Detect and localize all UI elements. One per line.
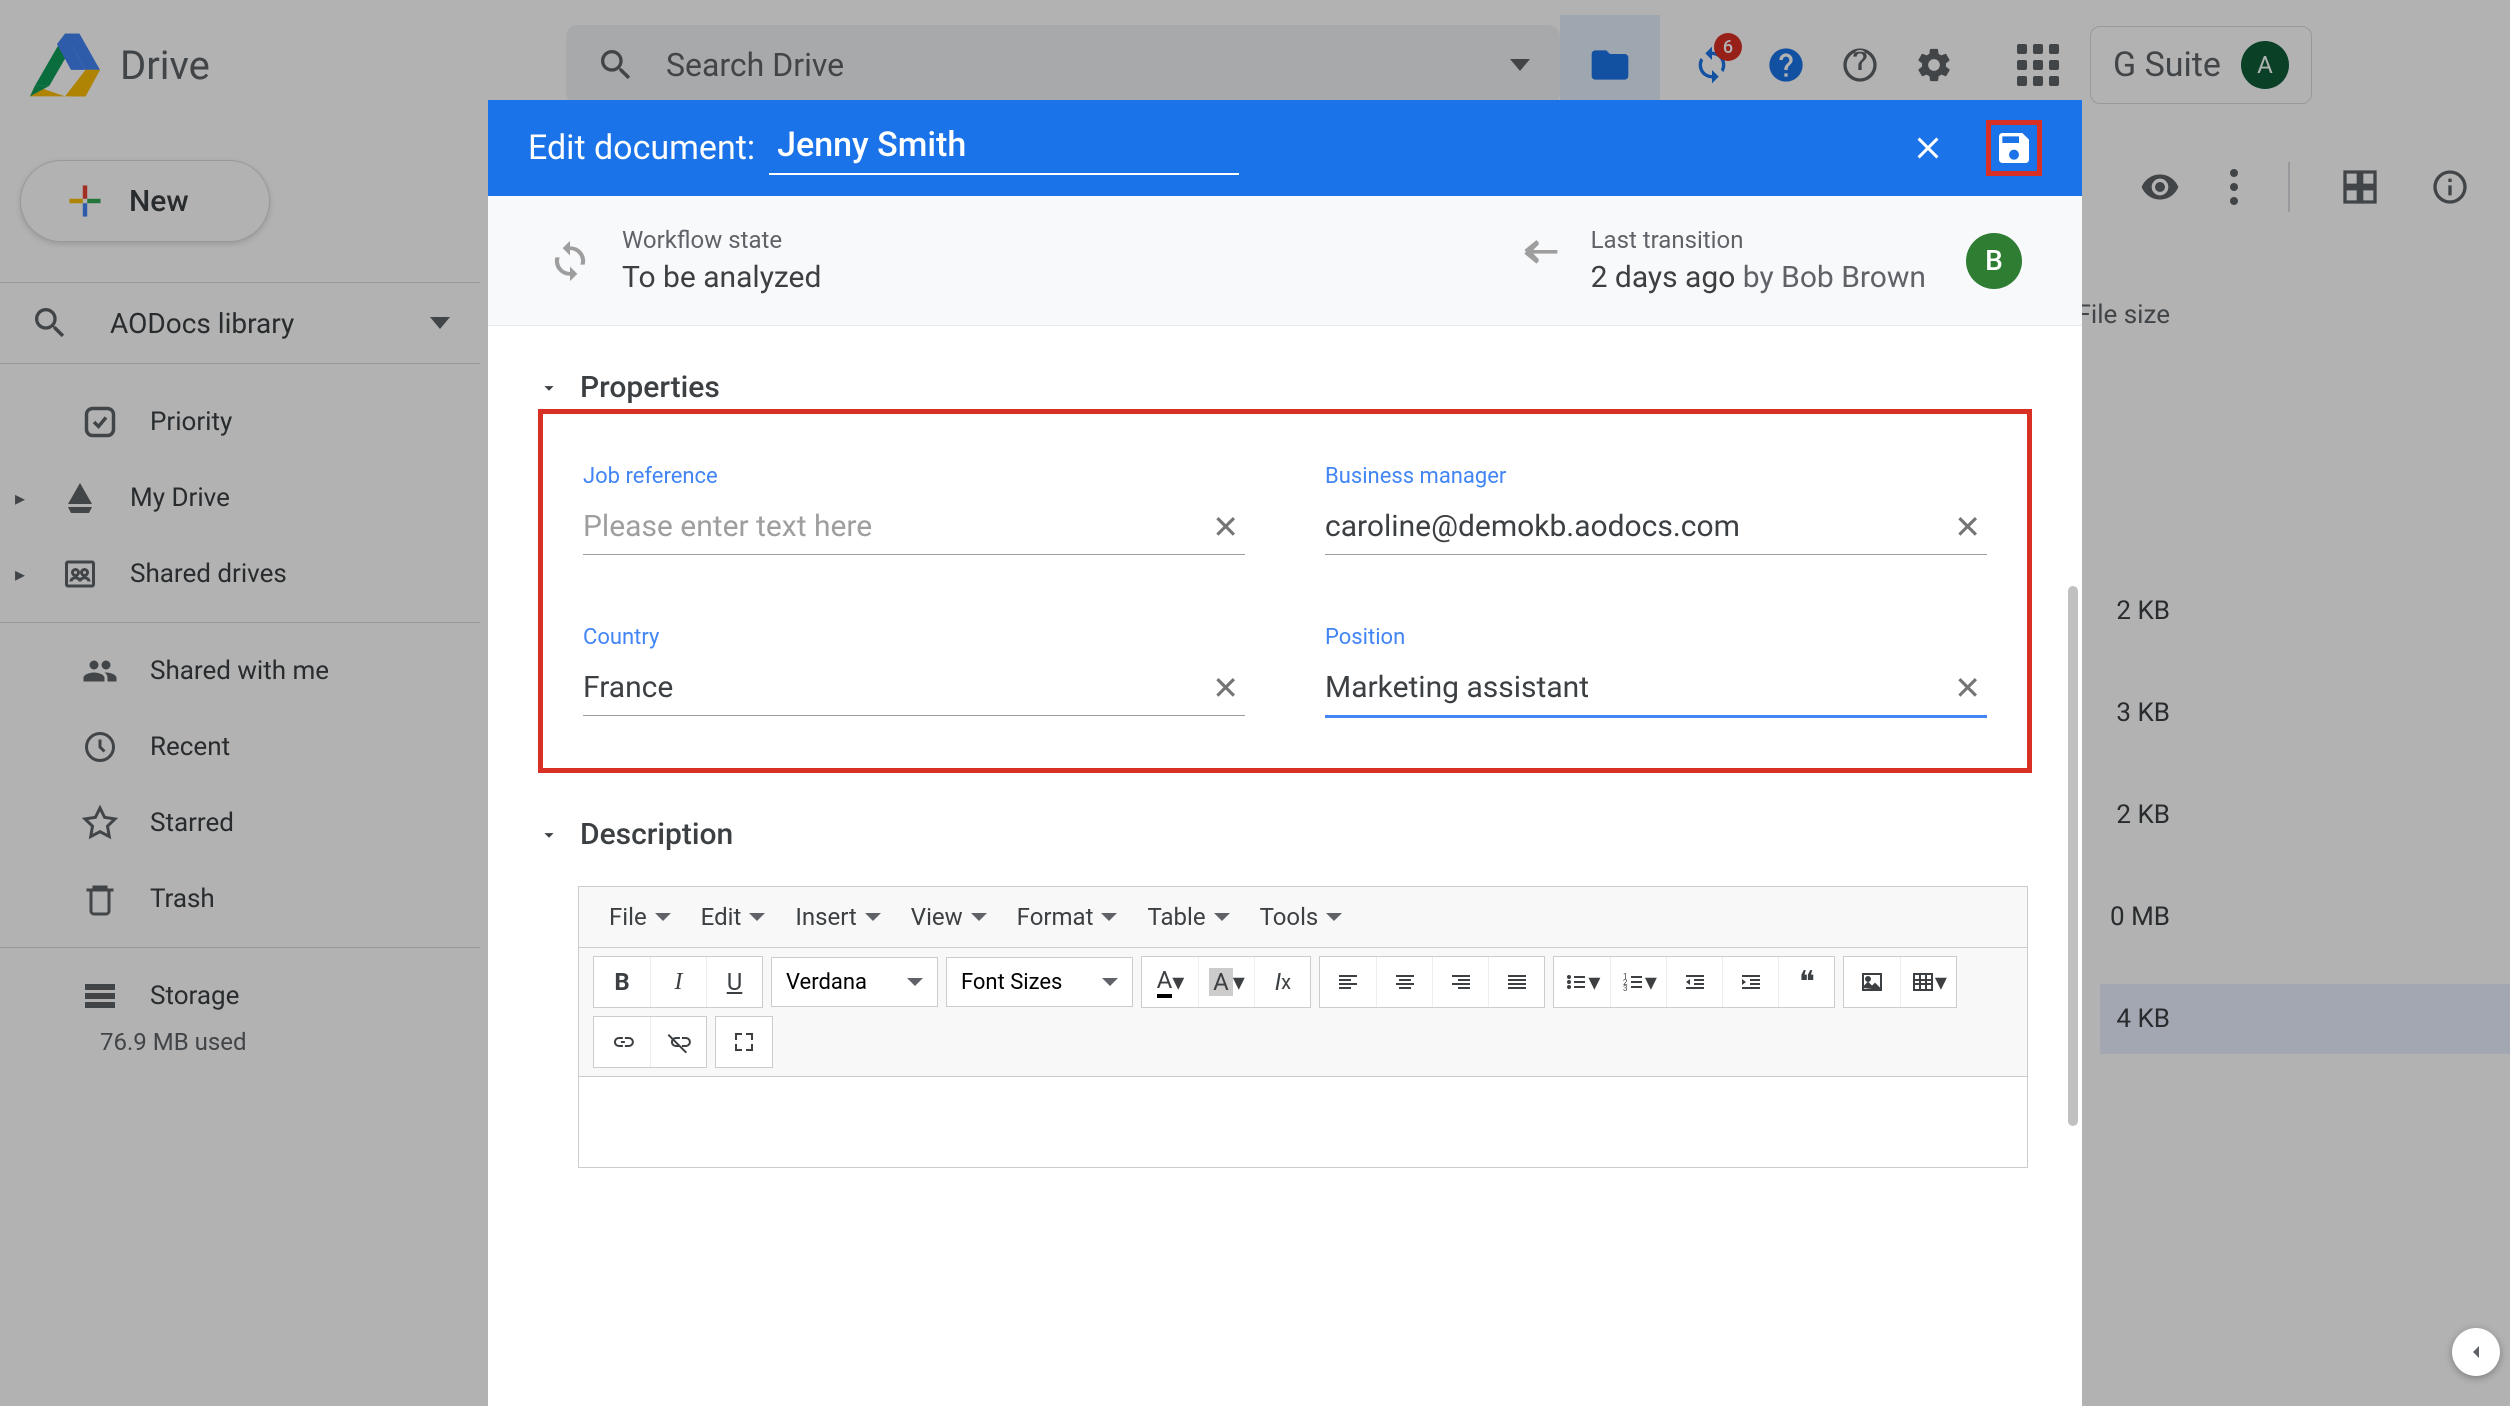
workflow-state-block: Workflow state To be analyzed: [548, 226, 821, 295]
rte-menu-table[interactable]: Table: [1137, 897, 1239, 937]
floating-action-button[interactable]: [2452, 1328, 2500, 1376]
clear-button[interactable]: ✕: [1948, 508, 1987, 546]
modal-body: Properties Job reference ✕ Business mana…: [488, 326, 2082, 1406]
scrollbar[interactable]: [2068, 586, 2078, 1126]
unlink-button[interactable]: [650, 1017, 706, 1067]
rte-menu-edit[interactable]: Edit: [691, 897, 776, 937]
align-justify-button[interactable]: [1488, 957, 1544, 1007]
rte-menu-file[interactable]: File: [599, 897, 681, 937]
modal-header: Edit document:: [488, 100, 2082, 196]
workflow-label: Workflow state: [622, 226, 821, 254]
position-input[interactable]: [1325, 660, 1948, 715]
country-input[interactable]: [583, 660, 1206, 715]
job-reference-input[interactable]: [583, 499, 1206, 554]
field-label: Country: [583, 625, 1245, 650]
text-color-button[interactable]: A ▾: [1142, 957, 1198, 1007]
align-left-button[interactable]: [1320, 957, 1376, 1007]
field-country: Country ✕: [583, 625, 1245, 718]
last-transition-block: Last transition 2 days ago by Bob Brown: [1517, 226, 1926, 295]
properties-highlight-box: Job reference ✕ Business manager ✕ Count…: [538, 409, 2032, 773]
clear-button[interactable]: ✕: [1206, 669, 1245, 707]
transition-label: Last transition: [1591, 226, 1926, 254]
field-job-reference: Job reference ✕: [583, 464, 1245, 555]
document-title-input[interactable]: [769, 121, 1239, 175]
rte-menu-view[interactable]: View: [901, 897, 997, 937]
workflow-icon: [548, 239, 592, 283]
workflow-value: To be analyzed: [622, 260, 821, 295]
field-label: Position: [1325, 625, 1987, 650]
rte-menu-tools[interactable]: Tools: [1250, 897, 1353, 937]
modal-info-bar: Workflow state To be analyzed Last trans…: [488, 196, 2082, 326]
highlight-button[interactable]: A ▾: [1198, 957, 1254, 1007]
properties-title: Properties: [580, 370, 720, 405]
table-button[interactable]: ▾: [1900, 957, 1956, 1007]
rte-menu-format[interactable]: Format: [1007, 897, 1128, 937]
rte-menubar: File Edit Insert View Format Table Tools: [579, 887, 2027, 948]
bullet-list-button[interactable]: ▾: [1554, 957, 1610, 1007]
save-icon: [1994, 128, 2034, 168]
font-size-select[interactable]: Font Sizes: [946, 957, 1133, 1007]
description-title: Description: [580, 817, 733, 852]
edit-document-modal: Edit document: Workflow state To be anal…: [488, 100, 2082, 1406]
rte-content[interactable]: [579, 1077, 2027, 1167]
save-button[interactable]: [1986, 120, 2042, 176]
business-manager-input[interactable]: [1325, 499, 1948, 554]
description-header[interactable]: Description: [538, 803, 2032, 866]
fullscreen-button[interactable]: [716, 1017, 772, 1067]
clear-format-button[interactable]: Ix: [1254, 957, 1310, 1007]
font-family-select[interactable]: Verdana: [771, 957, 938, 1007]
transition-icon: [1517, 239, 1561, 283]
bold-button[interactable]: B: [594, 957, 650, 1007]
rte-toolbar: B I U Verdana Font Sizes A ▾ A ▾ Ix: [579, 948, 2027, 1077]
image-button[interactable]: [1844, 957, 1900, 1007]
align-right-button[interactable]: [1432, 957, 1488, 1007]
field-label: Job reference: [583, 464, 1245, 489]
indent-button[interactable]: [1722, 957, 1778, 1007]
underline-button[interactable]: U: [706, 957, 762, 1007]
description-section: Description File Edit Insert View Format…: [538, 803, 2032, 1168]
properties-section: Properties Job reference ✕ Business mana…: [538, 356, 2032, 773]
blockquote-button[interactable]: ❝: [1778, 957, 1834, 1007]
field-label: Business manager: [1325, 464, 1987, 489]
rte-menu-insert[interactable]: Insert: [785, 897, 890, 937]
link-button[interactable]: [594, 1017, 650, 1067]
close-icon: [1910, 130, 1946, 166]
outdent-button[interactable]: [1666, 957, 1722, 1007]
clear-button[interactable]: ✕: [1948, 669, 1987, 707]
transition-value: 2 days ago by Bob Brown: [1591, 260, 1926, 295]
italic-button[interactable]: I: [650, 957, 706, 1007]
transition-user-avatar: B: [1966, 233, 2022, 289]
chevron-down-icon: [538, 377, 560, 399]
field-business-manager: Business manager ✕: [1325, 464, 1987, 555]
field-position: Position ✕: [1325, 625, 1987, 718]
number-list-button[interactable]: 123 ▾: [1610, 957, 1666, 1007]
chevron-down-icon: [538, 824, 560, 846]
chevron-left-icon: [2464, 1340, 2488, 1364]
rich-text-editor: File Edit Insert View Format Table Tools…: [578, 886, 2028, 1168]
modal-title-label: Edit document:: [528, 128, 755, 168]
close-button[interactable]: [1910, 130, 1946, 166]
align-center-button[interactable]: [1376, 957, 1432, 1007]
clear-button[interactable]: ✕: [1206, 508, 1245, 546]
svg-text:3: 3: [1623, 984, 1628, 993]
